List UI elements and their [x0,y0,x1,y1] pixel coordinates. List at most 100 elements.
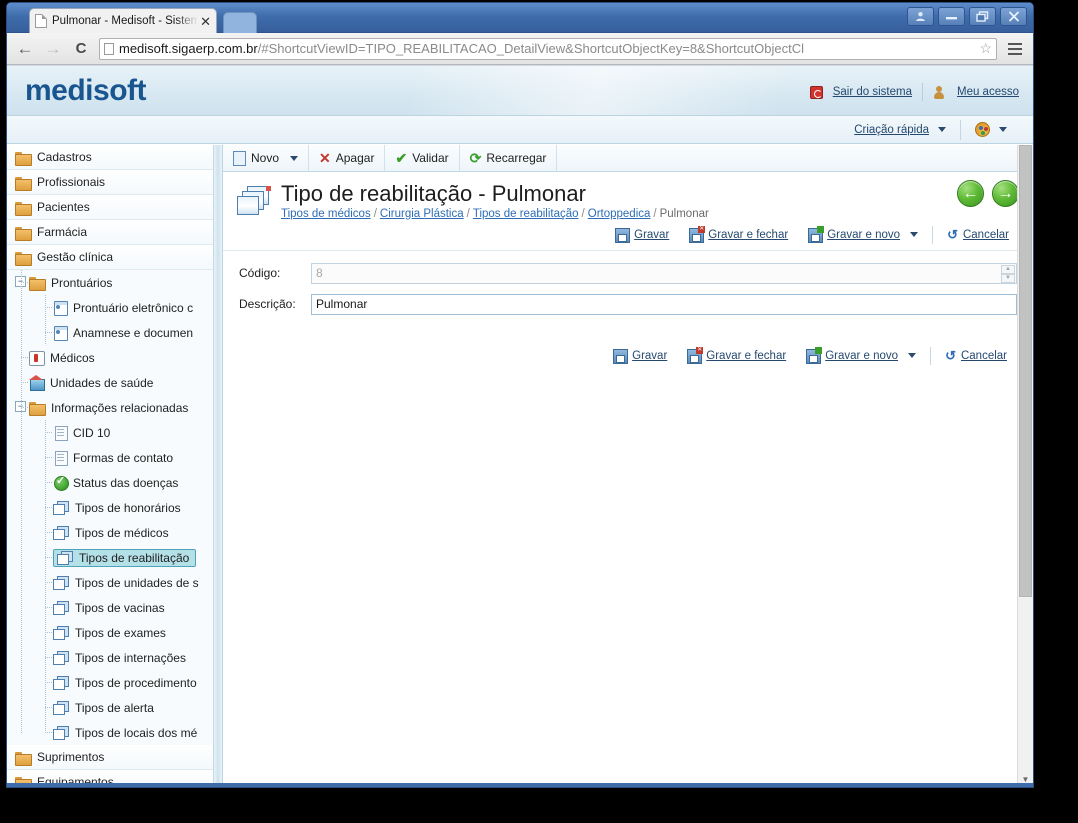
minimize-button[interactable] [938,7,965,26]
my-access-link[interactable]: Meu acesso [957,86,1019,98]
tab-close-icon[interactable]: ✕ [200,15,211,28]
browser-tab[interactable]: Pulmonar - Medisoft - Sistem ✕ [29,8,217,33]
save-and-new-chevron-down-icon-bottom[interactable] [908,353,917,359]
save-action-top[interactable]: Gravar [605,227,679,243]
main-vertical-scrollbar[interactable]: ▼ [1017,145,1033,787]
back-icon[interactable]: ← [15,39,35,59]
sidebar-root-profissionais[interactable]: Profissionais [7,170,213,195]
code-stepper[interactable]: ▲ ▼ [1001,264,1015,283]
sidebar-item-body[interactable]: Prontuários [29,276,112,291]
breadcrumb-item-3[interactable]: Tipos de reabilitação [473,208,579,220]
breadcrumb-item-1[interactable]: Tipos de médicos [281,208,371,220]
sidebar-item-status-das-doen-as[interactable]: Status das doenças [7,470,213,495]
quick-create-chevron-down-icon[interactable] [938,127,946,132]
sidebar-item-body[interactable]: Tipos de reabilitação [53,548,197,567]
sidebar-item-body[interactable]: Tipos de médicos [53,525,169,540]
sidebar-item-body[interactable]: Unidades de saúde [29,374,153,391]
address-bar[interactable]: medisoft.sigaerp.com.br/#ShortcutViewID=… [99,37,997,60]
save-and-close-action-top[interactable]: ✕ Gravar e fechar [679,225,798,243]
sidebar-item-anamnese-e-documen[interactable]: Anamnese e documen [7,320,213,345]
cancel-action-top[interactable]: ↺ Cancelar [937,228,1019,241]
sidebar-item-body[interactable]: Médicos [29,350,95,366]
sidebar-item-body[interactable]: Tipos de alerta [53,700,154,715]
save-and-new-action-top[interactable]: Gravar e novo [798,225,928,243]
save-action-bottom[interactable]: Gravar [603,348,677,364]
scrollbar-thumb[interactable] [1019,145,1032,597]
sidebar-item-tipos-de-m-dicos[interactable]: Tipos de médicos [7,520,213,545]
breadcrumb-item-4[interactable]: Ortoppedica [588,208,651,220]
save-and-new-chevron-down-icon-top[interactable] [910,232,919,238]
sidebar-root-farmácia[interactable]: Farmácia [7,220,213,245]
quick-create-link[interactable]: Criação rápida [854,124,929,136]
sidebar-item-body[interactable]: CID 10 [53,425,110,441]
breadcrumb-item-2[interactable]: Cirurgia Plástica [380,208,464,220]
sidebar-item-tipos-de-interna-es[interactable]: Tipos de internações [7,645,213,670]
new-button[interactable]: Novo [223,145,310,171]
sidebar-item-tipos-de-vacinas[interactable]: Tipos de vacinas [7,595,213,620]
sidebar-item-m-dicos[interactable]: Médicos [7,345,213,370]
sidebar-item-body[interactable]: Informações relacionadas [29,401,188,416]
delete-button[interactable]: ✕ Apagar [309,145,386,171]
sidebar-item-formas-de-contato[interactable]: Formas de contato [7,445,213,470]
sidebar-item-body[interactable]: Formas de contato [53,450,173,466]
description-input[interactable]: Pulmonar [311,293,1017,315]
sidebar-root-suprimentos[interactable]: Suprimentos [7,745,213,770]
bookmark-star-icon[interactable]: ☆ [979,40,992,57]
maximize-restore-button[interactable] [969,7,996,26]
user-profile-icon[interactable] [907,7,934,26]
new-tab-button[interactable] [223,12,257,33]
code-stepper-up[interactable]: ▲ [1001,264,1015,274]
sidebar-item-tipos-de-unidades-de-s[interactable]: Tipos de unidades de s [7,570,213,595]
cancel-label-bottom[interactable]: Cancelar [961,350,1007,362]
save-and-close-action-bottom[interactable]: ✕ Gravar e fechar [677,346,796,364]
logout-link[interactable]: Sair do sistema [833,86,912,98]
sidebar-item-tipos-de-honor-rios[interactable]: Tipos de honorários [7,495,213,520]
sidebar-item-body[interactable]: Tipos de exames [53,625,166,640]
reload-icon[interactable]: C [71,39,91,59]
chrome-menu-icon[interactable] [1005,42,1025,55]
save-label-bottom[interactable]: Gravar [632,350,667,362]
reload-button[interactable]: ⟳ Recarregar [460,145,558,171]
sidebar-item-body[interactable]: Tipos de procedimento [53,675,197,690]
sidebar-item-body[interactable]: Tipos de honorários [53,500,181,515]
sidebar-root-pacientes[interactable]: Pacientes [7,195,213,220]
palette-icon[interactable] [975,122,990,137]
sidebar-item-prontu-rios[interactable]: −Prontuários [7,270,213,295]
save-and-new-label-bottom[interactable]: Gravar e novo [825,350,898,362]
cancel-label-top[interactable]: Cancelar [963,229,1009,241]
theme-group[interactable] [961,122,1021,137]
code-stepper-down[interactable]: ▼ [1001,273,1015,283]
sidebar-item-body[interactable]: Anamnese e documen [53,325,193,341]
next-record-button[interactable]: → [992,180,1019,207]
save-label-top[interactable]: Gravar [634,229,669,241]
save-and-close-label-bottom[interactable]: Gravar e fechar [706,350,786,362]
theme-chevron-down-icon[interactable] [999,127,1007,132]
sidebar-item-cid-10[interactable]: CID 10 [7,420,213,445]
sidebar-item-unidades-de-sa-de[interactable]: Unidades de saúde [7,370,213,395]
save-and-new-label-top[interactable]: Gravar e novo [827,229,900,241]
close-button[interactable] [1000,7,1027,26]
previous-record-button[interactable]: ← [957,180,984,207]
sidebar-item-body[interactable]: Tipos de unidades de s [53,575,199,590]
sidebar-root-cadastros[interactable]: Cadastros [7,145,213,170]
save-and-close-label-top[interactable]: Gravar e fechar [708,229,788,241]
sidebar-item-informa-es-relacionadas[interactable]: −Informações relacionadas [7,395,213,420]
validate-button[interactable]: ✔ Validar [385,145,460,171]
sidebar-item-body[interactable]: Status das doenças [53,474,178,491]
sidebar-item-body[interactable]: Tipos de vacinas [53,600,165,615]
sidebar-root-gestão-clínica[interactable]: Gestão clínica [7,245,213,270]
new-chevron-down-icon[interactable] [290,155,299,161]
quick-create-group[interactable]: Criação rápida [840,124,960,136]
sidebar-item-tipos-de-locais-dos-m[interactable]: Tipos de locais dos mé [7,720,213,745]
sidebar-item-body[interactable]: Tipos de internações [53,650,186,665]
sidebar-item-tipos-de-procedimento[interactable]: Tipos de procedimento [7,670,213,695]
sidebar-item-body[interactable]: Prontuário eletrônico c [53,300,193,316]
sidebar-item-prontu-rio-eletr-nico-c[interactable]: Prontuário eletrônico c [7,295,213,320]
sidebar-splitter[interactable] [214,145,223,787]
sidebar-item-tipos-de-exames[interactable]: Tipos de exames [7,620,213,645]
sidebar-item-body[interactable]: Tipos de locais dos mé [53,725,197,740]
code-input[interactable]: 8 ▲ ▼ [311,262,1017,284]
sidebar-item-tipos-de-alerta[interactable]: Tipos de alerta [7,695,213,720]
save-and-new-action-bottom[interactable]: Gravar e novo [796,346,926,364]
sidebar-item-tipos-de-reabilita-o[interactable]: Tipos de reabilitação [7,545,213,570]
